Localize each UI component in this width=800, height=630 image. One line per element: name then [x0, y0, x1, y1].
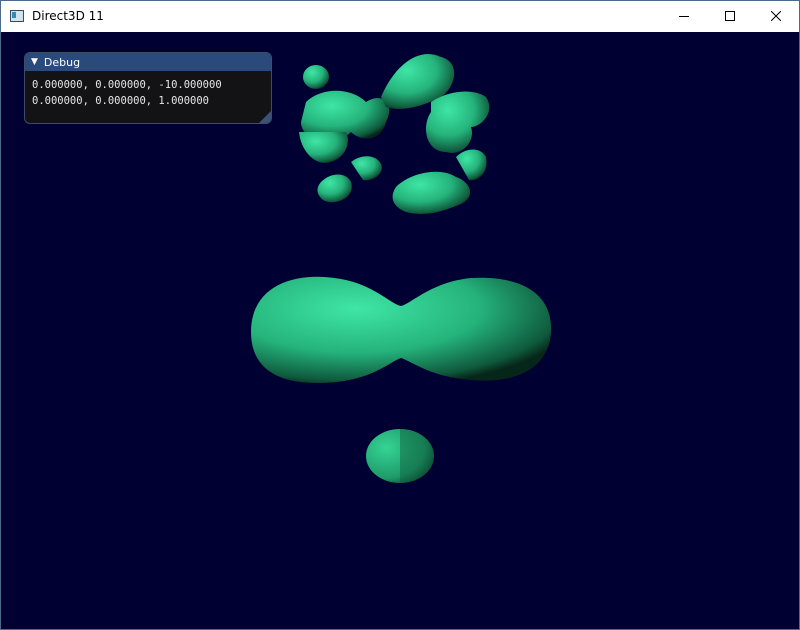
- debug-line-position: 0.000000, 0.000000, -10.000000: [32, 79, 222, 91]
- triangle-down-icon[interactable]: ▼: [31, 57, 38, 67]
- close-button[interactable]: [753, 1, 799, 32]
- metaball-peanut: [251, 276, 552, 384]
- app-window: Direct3D 11 ▼ Debug 0.000000, 0.000000, …: [0, 0, 800, 630]
- minimize-button[interactable]: [661, 1, 707, 32]
- title-bar[interactable]: Direct3D 11: [1, 1, 799, 32]
- resize-grip[interactable]: [259, 111, 271, 123]
- app-window-icon: [10, 10, 24, 22]
- window-title: Direct3D 11: [32, 9, 104, 23]
- metaball-small-sphere: [366, 429, 434, 483]
- debug-window[interactable]: ▼ Debug 0.000000, 0.000000, -10.000000 0…: [24, 52, 272, 124]
- debug-window-body: 0.000000, 0.000000, -10.000000 0.000000,…: [25, 71, 271, 109]
- render-viewport[interactable]: ▼ Debug 0.000000, 0.000000, -10.000000 0…: [1, 32, 799, 629]
- maximize-icon: [725, 11, 735, 21]
- debug-window-title: Debug: [43, 55, 81, 69]
- debug-line-direction: 0.000000, 0.000000, 1.000000: [32, 95, 210, 107]
- close-icon: [771, 11, 781, 21]
- debug-window-header[interactable]: ▼ Debug: [25, 53, 271, 71]
- metaball-cluster-top: [299, 53, 490, 215]
- maximize-button[interactable]: [707, 1, 753, 32]
- minimize-icon: [679, 16, 689, 17]
